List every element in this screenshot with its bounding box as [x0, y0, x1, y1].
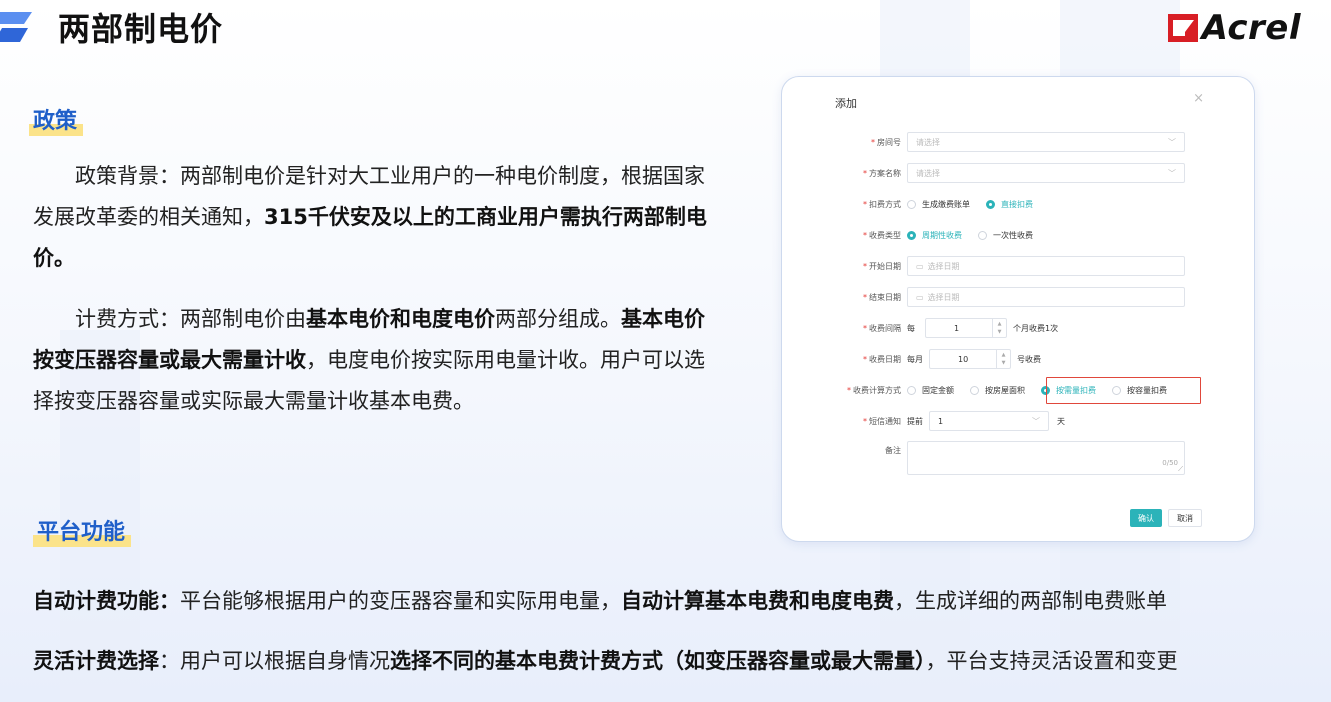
chevron-down-icon: ﹀ — [1168, 168, 1176, 178]
platform-heading: 平台功能 — [37, 520, 126, 545]
sms-row: * 短信通知 提前 1 ﹀ 天 — [782, 410, 1256, 432]
end-date-row: * 结束日期 ▭ 选择日期 — [782, 286, 1256, 308]
calendar-icon: ▭ — [916, 292, 924, 302]
cancel-button[interactable]: 取消 — [1168, 509, 1202, 527]
deduct-label: * 扣费方式 — [863, 199, 901, 209]
room-label: * 房间号 — [871, 137, 901, 147]
policy-paragraph-2: 计费方式：两部制电价由基本电价和电度电价两部分组成。基本电价按变压器容量或最大需… — [33, 307, 705, 413]
radio-direct-deduct[interactable]: 直接扣费 — [986, 199, 1033, 210]
highlight-box — [1046, 377, 1201, 404]
policy-heading: 政策 — [33, 109, 78, 134]
stepper-arrows-icon[interactable]: ▲ ▼ — [992, 319, 1006, 337]
room-row: * 房间号 请选择 ﹀ — [782, 131, 1256, 153]
page-title: 两部制电价 — [58, 10, 224, 48]
radio-by-area[interactable]: 按房屋面积 — [970, 385, 1025, 396]
plan-label: * 方案名称 — [863, 168, 901, 178]
day-label: * 收费日期 — [863, 354, 901, 364]
brand-name: Acrel — [1201, 8, 1301, 48]
char-counter: 0/50 — [1162, 459, 1178, 467]
chevron-down-icon: ﹀ — [1168, 137, 1176, 147]
start-date-label: * 开始日期 — [863, 261, 901, 271]
corner-logo-icon — [0, 12, 32, 42]
confirm-button[interactable]: 确认 — [1130, 509, 1162, 527]
remark-row: 备注 0/50 ⟋ — [782, 441, 1256, 475]
day-stepper[interactable]: 10 ▲ ▼ — [929, 349, 1011, 369]
resize-grip-icon[interactable]: ⟋ — [1178, 465, 1183, 474]
policy-paragraph-1: 政策背景：两部制电价是针对大工业用户的一种电价制度，根据国家发展改革委的相关通知… — [33, 164, 707, 270]
feature-auto-billing: 自动计费功能：平台能够根据用户的变压器容量和实际用电量，自动计算基本电费和电度电… — [33, 589, 1167, 613]
type-row: * 收费类型 周期性收费 一次性收费 — [782, 224, 1256, 246]
acrel-mark-icon — [1167, 14, 1198, 42]
sms-label: * 短信通知 — [863, 416, 901, 426]
radio-fixed-amount[interactable]: 固定金额 — [907, 385, 954, 396]
add-dialog: 添加 × * 房间号 请选择 ﹀ * 方案名称 请选择 ﹀ * 扣费方式 生成缴费账单 直… — [781, 76, 1255, 542]
interval-label: * 收费间隔 — [863, 323, 901, 333]
calendar-icon: ▭ — [916, 261, 924, 271]
remark-label: 备注 — [885, 446, 901, 455]
close-icon[interactable]: × — [1193, 91, 1204, 106]
plan-select[interactable]: 请选择 ﹀ — [907, 163, 1185, 183]
sms-days-select[interactable]: 1 ﹀ — [929, 411, 1049, 431]
remark-textarea[interactable]: 0/50 ⟋ — [907, 441, 1185, 475]
radio-one-time[interactable]: 一次性收费 — [978, 230, 1033, 241]
brand-logo: Acrel — [1167, 8, 1301, 48]
radio-generate-bill[interactable]: 生成缴费账单 — [907, 199, 970, 210]
feature-flexible-billing: 灵活计费选择：用户可以根据自身情况选择不同的基本电费计费方式（如变压器容量或最大… — [33, 649, 1178, 673]
stepper-arrows-icon[interactable]: ▲ ▼ — [996, 350, 1010, 368]
plan-row: * 方案名称 请选择 ﹀ — [782, 162, 1256, 184]
start-date-row: * 开始日期 ▭ 选择日期 — [782, 255, 1256, 277]
end-date-input[interactable]: ▭ 选择日期 — [907, 287, 1185, 307]
interval-stepper[interactable]: 1 ▲ ▼ — [925, 318, 1007, 338]
deduct-row: * 扣费方式 生成缴费账单 直接扣费 — [782, 193, 1256, 215]
type-label: * 收费类型 — [863, 230, 901, 240]
dialog-title: 添加 — [835, 97, 857, 110]
start-date-input[interactable]: ▭ 选择日期 — [907, 256, 1185, 276]
radio-periodic[interactable]: 周期性收费 — [907, 230, 962, 241]
room-select[interactable]: 请选择 ﹀ — [907, 132, 1185, 152]
end-date-label: * 结束日期 — [863, 292, 901, 302]
interval-row: * 收费间隔 每 1 ▲ ▼ 个月收费1次 — [782, 317, 1256, 339]
day-row: * 收费日期 每月 10 ▲ ▼ 号收费 — [782, 348, 1256, 370]
calc-label: * 收费计算方式 — [847, 385, 901, 395]
chevron-down-icon: ﹀ — [1032, 416, 1040, 426]
